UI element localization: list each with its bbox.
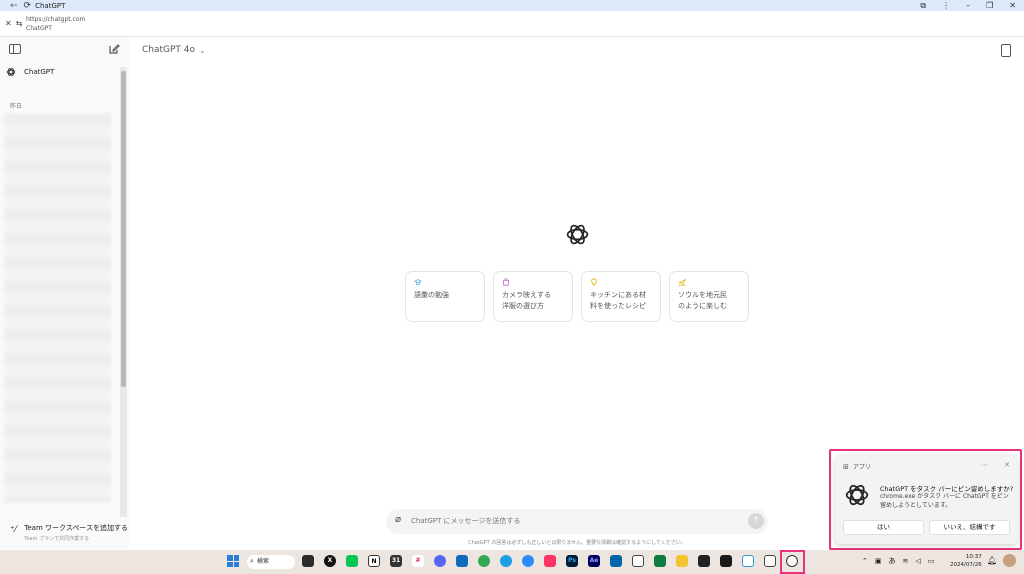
- message-input[interactable]: [411, 517, 731, 525]
- after-effects-app-icon[interactable]: Ae: [588, 555, 600, 567]
- suggestion-card[interactable]: 語彙の勉強: [405, 271, 485, 322]
- excel-app-icon[interactable]: [654, 555, 666, 567]
- ime-indicator[interactable]: あ: [889, 556, 896, 566]
- screenshot-app-icon[interactable]: [764, 555, 776, 567]
- chevron-down-icon: ⌄: [199, 45, 206, 55]
- sidebar-scrollbar[interactable]: [120, 67, 127, 517]
- restore-button[interactable]: ❐: [986, 1, 993, 10]
- history-section-label: 昨日: [10, 103, 23, 110]
- attach-paperclip-icon[interactable]: ⌀: [395, 514, 401, 525]
- app-settings-icon: ⊞: [843, 462, 849, 471]
- message-composer: ⌀ ↑: [386, 509, 768, 534]
- edge-app-icon[interactable]: [500, 555, 512, 567]
- suggestion-card[interactable]: カメラ映えする 洋服の選び方: [493, 271, 573, 322]
- extensions-icon[interactable]: ⧉: [920, 1, 926, 11]
- model-name: ChatGPT 4o: [142, 45, 196, 55]
- chevron-up-icon[interactable]: ⌃: [862, 557, 868, 565]
- yes-button[interactable]: はい: [843, 520, 924, 535]
- x-app-icon[interactable]: X: [324, 555, 336, 567]
- notification-source: アプリ: [852, 464, 871, 471]
- capcut-app-icon[interactable]: [632, 555, 644, 567]
- graduation-cap-icon: [414, 279, 422, 285]
- sidebar-toggle-icon[interactable]: [9, 44, 21, 54]
- discord-app-icon[interactable]: [434, 555, 446, 567]
- clock-time: 10:37: [965, 554, 982, 560]
- suggestion-text-line2: 洋服の選び方: [502, 302, 544, 310]
- no-thanks-button[interactable]: いいえ、結構です: [929, 520, 1010, 535]
- lightbulb-icon: [591, 278, 597, 286]
- zoom-app-icon[interactable]: [522, 555, 534, 567]
- pin-to-taskbar-notification: ⊞ アプリ ⋯ ✕ ChatGPT をタスク バーにピン留めしますか? chro…: [835, 454, 1018, 544]
- close-tab-icon[interactable]: ✕: [5, 19, 12, 28]
- tray-app-icon[interactable]: ▣: [875, 557, 882, 565]
- notification-more-icon[interactable]: ⋯: [981, 461, 988, 469]
- chatgpt-logo-icon: [6, 68, 16, 76]
- slack-app-icon[interactable]: #: [412, 555, 424, 567]
- line-app-icon[interactable]: [346, 555, 358, 567]
- shopping-bag-icon: [503, 278, 509, 286]
- url-text[interactable]: https://chatgpt.com: [26, 16, 85, 23]
- task-view-icon[interactable]: [302, 555, 314, 567]
- close-button[interactable]: ✕: [1009, 1, 1016, 10]
- notification-bell-icon[interactable]: 🔔︎: [987, 556, 997, 565]
- battery-icon[interactable]: ▭: [928, 557, 935, 565]
- file-explorer-icon[interactable]: [676, 555, 688, 567]
- volume-icon[interactable]: ◁: [915, 557, 920, 565]
- windows-start-button[interactable]: [227, 555, 239, 567]
- suggestion-text-line2: のように楽しむ: [678, 302, 727, 310]
- airplane-icon: [678, 278, 686, 286]
- highlight-frame-taskbar-icon: [780, 550, 805, 574]
- outlook-app-icon[interactable]: [456, 555, 468, 567]
- reload-icon[interactable]: ⟳: [24, 1, 32, 11]
- temporary-chat-icon[interactable]: [1001, 44, 1011, 57]
- site-name: ChatGPT: [26, 25, 52, 32]
- chrome-app-icon[interactable]: [478, 555, 490, 567]
- site-settings-icon[interactable]: ⇆: [16, 19, 23, 28]
- sidebar-item-label: ChatGPT: [24, 68, 55, 76]
- chatgpt-logo-icon: [845, 484, 869, 506]
- suggestion-text-line1: カメラ映えする: [502, 291, 551, 299]
- obs-app-icon[interactable]: [720, 555, 732, 567]
- window-title: ChatGPT: [35, 1, 66, 10]
- photoshop-app-icon[interactable]: Ps: [566, 555, 578, 567]
- scrollbar-thumb[interactable]: [121, 71, 126, 387]
- notification-body: chrome.exe がタスク バーに ChatGPT をピン留めしようとしてい…: [880, 493, 1009, 509]
- suggestion-card[interactable]: キッチンにある材 料を使ったレシピ: [581, 271, 661, 322]
- window-title-bar: ← ⟳ ChatGPT ⧉ ⋮ – ❐ ✕: [0, 0, 1024, 11]
- notion-app-icon[interactable]: N: [368, 555, 380, 567]
- calendar-app-icon[interactable]: 31: [390, 555, 402, 567]
- clock-date: 2024/07/26: [950, 562, 982, 568]
- notification-close-icon[interactable]: ✕: [1004, 461, 1010, 469]
- sidebar: ChatGPT 昨日 ⁺⁄ Team ワークスペースを追加する Team プラン…: [0, 37, 129, 549]
- devtools-app-icon[interactable]: [742, 555, 754, 567]
- new-chat-icon[interactable]: [108, 43, 120, 55]
- figma-app-icon[interactable]: [544, 555, 556, 567]
- taskbar: 検索 X N 31 # Ps Ae ⌃ ▣ あ ≋ ◁ ▭ 10:37 2024…: [0, 550, 1024, 574]
- send-button[interactable]: ↑: [748, 513, 764, 529]
- app-cube-icon[interactable]: [698, 555, 710, 567]
- suggestion-text-line2: 料を使ったレシピ: [590, 302, 646, 310]
- chatgpt-logo-icon: [566, 224, 589, 245]
- vscode-app-icon[interactable]: [610, 555, 622, 567]
- suggestion-text-line1: 語彙の勉強: [414, 291, 449, 299]
- more-menu-icon[interactable]: ⋮: [942, 1, 950, 10]
- minimize-button[interactable]: –: [966, 1, 970, 10]
- user-avatar[interactable]: [1003, 554, 1016, 567]
- clock[interactable]: 10:37 2024/07/26: [950, 553, 982, 569]
- sidebar-item-chatgpt[interactable]: ChatGPT: [6, 67, 54, 77]
- team-title: Team ワークスペースを追加する: [24, 524, 128, 532]
- address-bar: ✕ ⇆ https://chatgpt.com ChatGPT: [0, 11, 1024, 37]
- suggestion-card[interactable]: ソウルを地元民 のように楽しむ: [669, 271, 749, 322]
- blurred-chat-history: [4, 113, 111, 503]
- back-arrow-icon[interactable]: ←: [10, 1, 18, 11]
- taskbar-search[interactable]: 検索: [247, 554, 295, 569]
- suggestion-text-line1: ソウルを地元民: [678, 291, 727, 299]
- wifi-icon[interactable]: ≋: [903, 557, 909, 565]
- model-selector[interactable]: ChatGPT 4o ⌄: [142, 45, 206, 55]
- system-tray: ⌃ ▣ あ ≋ ◁ ▭: [862, 556, 934, 566]
- suggestion-text-line1: キッチンにある材: [590, 291, 646, 299]
